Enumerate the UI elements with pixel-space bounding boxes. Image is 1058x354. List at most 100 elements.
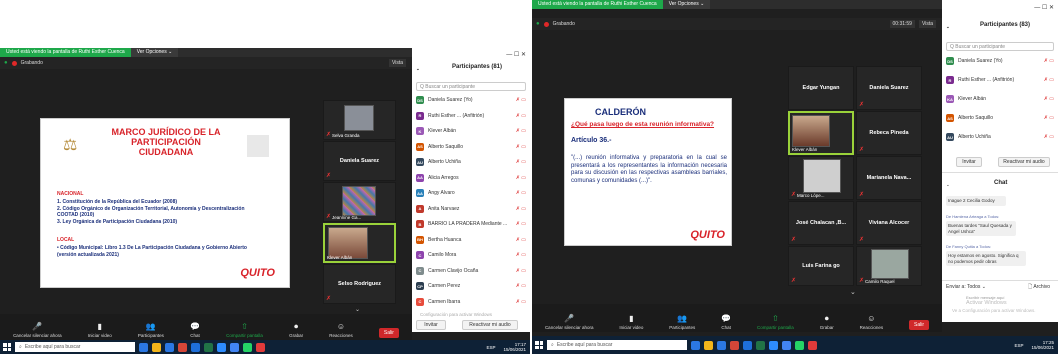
view-button[interactable]: Vista: [918, 20, 936, 28]
participant-row[interactable]: K Klever Albán ✗ ▭: [416, 127, 526, 135]
participant-row[interactable]: DS Daniela Suarez (Yo) ✗ ▭: [416, 96, 526, 104]
mic-off-icon[interactable]: ✗ ▭: [516, 221, 526, 227]
unmute-all-button[interactable]: Reactivar mi audio: [998, 157, 1050, 167]
participant-row[interactable]: AS Alberto Saquillo ✗ ▭: [416, 142, 526, 151]
record-button[interactable]: ⏺ Grabar: [820, 315, 834, 331]
window-controls[interactable]: — ☐ ✕: [506, 51, 526, 58]
video-tile[interactable]: Marianela Nava... ✗: [856, 156, 922, 200]
participant-row[interactable]: AA Alicia Arregos ✗ ▭: [416, 173, 526, 182]
unmute-all-button[interactable]: Reactivar mi audio: [462, 320, 518, 330]
mic-off-icon[interactable]: ✗ ▭: [516, 128, 526, 134]
chat-button[interactable]: 💬 Chat: [721, 315, 731, 331]
mic-off-icon[interactable]: ✗ ▭: [516, 159, 526, 165]
share-screen-button[interactable]: ⇧ Compartir pantalla: [226, 323, 263, 339]
app-icon[interactable]: [717, 340, 726, 350]
windows-start-icon[interactable]: [3, 343, 11, 351]
reactions-button[interactable]: ☺ Reacciones: [860, 315, 884, 331]
mic-off-icon[interactable]: ✗ ▭: [516, 190, 526, 196]
video-tile[interactable]: Luis Farina go ✗: [788, 246, 854, 286]
mic-off-icon[interactable]: ✗ ▭: [516, 237, 526, 243]
app-icon[interactable]: [152, 342, 161, 352]
video-tile[interactable]: ✗ Camilo Raquel: [856, 246, 922, 286]
chevron-down-icon[interactable]: ⌄: [355, 306, 360, 313]
app-icon[interactable]: [730, 340, 739, 350]
chevron-icon[interactable]: ⌄: [946, 24, 950, 30]
app-icon[interactable]: [769, 340, 778, 350]
video-tile[interactable]: Edgar Yungan: [788, 66, 854, 110]
mic-off-icon[interactable]: ✗ ▭: [1044, 115, 1054, 121]
app-icon[interactable]: [217, 342, 226, 352]
app-icon[interactable]: [691, 340, 700, 350]
app-icon[interactable]: [256, 342, 265, 352]
participant-row[interactable]: AU Alberto Uchiña ✗ ▭: [416, 158, 526, 166]
participant-row[interactable]: AS Alberto Saquillo ✗ ▭: [946, 114, 1054, 122]
share-screen-button[interactable]: ⇧ Compartir pantalla: [757, 315, 794, 331]
taskbar-search[interactable]: ⌕ Escribe aquí para buscar: [15, 342, 135, 352]
mic-off-icon[interactable]: ✗ ▭: [516, 175, 526, 181]
mic-off-icon[interactable]: ✗ ▭: [516, 144, 526, 150]
mic-off-icon[interactable]: ✗ ▭: [516, 206, 526, 212]
app-icon[interactable]: [795, 340, 804, 350]
participant-row[interactable]: DS Daniela Suarez (Yo) ✗ ▭: [946, 57, 1054, 65]
app-icon[interactable]: [178, 342, 187, 352]
mic-off-icon[interactable]: ✗ ▭: [516, 97, 526, 103]
video-button[interactable]: ▮ Iniciar video: [619, 315, 643, 331]
app-icon[interactable]: [230, 342, 239, 352]
app-icon[interactable]: [743, 340, 752, 350]
invite-button[interactable]: Invitar: [956, 157, 982, 167]
taskbar-clock[interactable]: 17:17 15/06/2021: [503, 342, 526, 352]
participants-button[interactable]: 👥 Participantes: [669, 315, 695, 331]
window-controls[interactable]: — ☐ ✕: [1034, 4, 1054, 11]
windows-start-icon[interactable]: [535, 341, 543, 349]
mic-off-icon[interactable]: ✗ ▭: [1044, 134, 1054, 140]
chevron-icon[interactable]: ⌄: [946, 182, 950, 188]
leave-button[interactable]: Salir: [909, 320, 930, 330]
app-icon[interactable]: [139, 342, 148, 352]
mic-off-icon[interactable]: ✗ ▭: [516, 299, 526, 305]
record-button[interactable]: ⏺ Grabar: [289, 323, 303, 339]
participant-row[interactable]: R Ruthi Esther ... (Anfitrión) ✗ ▭: [946, 76, 1054, 84]
participant-row[interactable]: C Camilo Mora ✗ ▭: [416, 251, 526, 259]
language-indicator[interactable]: ESP: [486, 345, 495, 350]
app-icon[interactable]: [165, 342, 174, 352]
video-tile[interactable]: Daniela Suarez ✗: [856, 66, 922, 110]
video-button[interactable]: ▮ Iniciar video: [88, 323, 112, 339]
mic-off-icon[interactable]: ✗ ▭: [1044, 96, 1054, 102]
participant-row[interactable]: CP Carmen Perez ✗ ▭: [416, 282, 526, 290]
mic-off-icon[interactable]: ✗ ▭: [516, 268, 526, 274]
leave-button[interactable]: Salir: [378, 328, 399, 338]
taskbar-search[interactable]: ⌕ Escribe aquí para buscar: [547, 340, 687, 350]
send-to-select[interactable]: Enviar a: Todos ⌄: [946, 284, 986, 290]
mic-off-icon[interactable]: ✗ ▭: [516, 283, 526, 289]
app-icon[interactable]: [704, 340, 713, 350]
app-icon[interactable]: [808, 340, 817, 350]
participant-row[interactable]: C Carmen Ibarra ✗ ▭: [416, 297, 526, 306]
app-icon[interactable]: [756, 340, 765, 350]
participant-row[interactable]: A Anita Narvaez ✗ ▭: [416, 204, 526, 213]
mute-button[interactable]: 🎤 Cancelar silenciar ahora: [13, 323, 62, 339]
video-tile[interactable]: ✗ Jeannine Ga...: [323, 182, 396, 222]
file-button[interactable]: 🗋 Archivo: [1028, 284, 1050, 292]
participant-row[interactable]: R Ruthi Esther ... (Anfitrión) ✗ ▭: [416, 111, 526, 120]
video-tile[interactable]: José Chalacan ,B... ✗: [788, 201, 854, 245]
participant-row[interactable]: AU Alberto Uchiña ✗ ▭: [946, 133, 1054, 141]
mic-off-icon[interactable]: ✗ ▭: [516, 113, 526, 119]
video-tile[interactable]: Daniela Suarez ✗: [323, 141, 396, 181]
participant-row[interactable]: BH Bertha Huanca ✗ ▭: [416, 235, 526, 244]
video-tile-active[interactable]: Klever Albán: [788, 111, 854, 155]
reactions-button[interactable]: ☺ Reacciones: [329, 323, 353, 339]
video-tile[interactable]: ✗ Marco Lópe...: [788, 156, 854, 200]
mic-off-icon[interactable]: ✗ ▭: [1044, 58, 1054, 64]
search-input[interactable]: Q Buscar un participante: [416, 82, 526, 91]
view-options-button[interactable]: Ver Opciones ⌄: [662, 0, 711, 9]
app-icon[interactable]: [204, 342, 213, 352]
video-tile-active[interactable]: Klever Albán: [323, 223, 396, 263]
chevron-icon[interactable]: ⌄: [416, 66, 420, 72]
taskbar-clock[interactable]: 17:25 15/06/2021: [1031, 340, 1054, 350]
view-button[interactable]: Vista: [388, 59, 406, 67]
mic-off-icon[interactable]: ✗ ▭: [1044, 77, 1054, 83]
video-tile[interactable]: ✗ Selva Granda: [323, 100, 396, 140]
participant-row[interactable]: C Carmen Clavijo Ocaña ✗ ▭: [416, 266, 526, 275]
invite-button[interactable]: Invitar: [416, 320, 446, 330]
video-tile[interactable]: Rebeca Pineda ✗: [856, 111, 922, 155]
